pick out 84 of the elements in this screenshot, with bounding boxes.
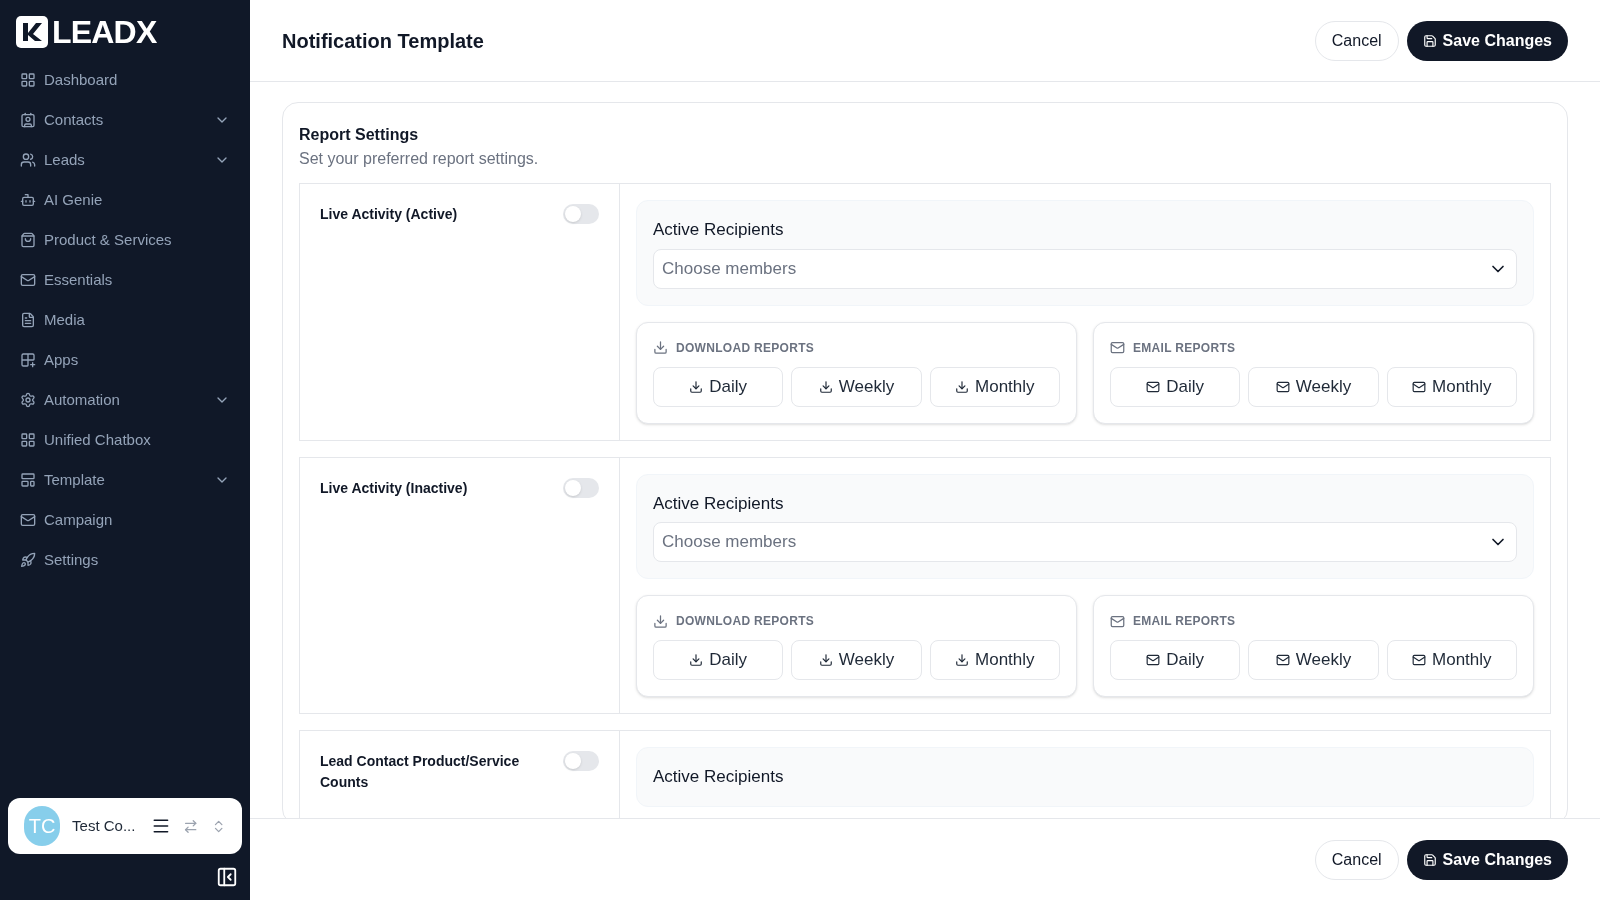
nav-item[interactable]: Apps: [8, 340, 242, 380]
download-icon: [689, 379, 704, 394]
mail-icon: [1412, 653, 1427, 667]
toggle-switch[interactable]: [563, 751, 599, 771]
download-icon: [653, 340, 668, 355]
section-title: Live Activity (Active): [320, 205, 458, 224]
report-frequency-button[interactable]: Monthly: [929, 366, 1060, 407]
save-icon: [1422, 852, 1437, 867]
nav-item[interactable]: Dashboard: [8, 60, 242, 100]
document-icon: [20, 312, 36, 328]
download-icon: [955, 379, 970, 394]
users-icon: [20, 152, 36, 168]
grid-icon: [20, 72, 36, 88]
nav-item[interactable]: Leads: [8, 140, 242, 180]
mail-icon: [1275, 379, 1290, 394]
members-dropdown[interactable]: Choose members: [653, 248, 1517, 289]
grid-icon: [20, 432, 36, 448]
download-icon: [955, 653, 970, 667]
nav-item[interactable]: AI Genie: [8, 180, 242, 220]
nav-item[interactable]: Unified Chatbox: [8, 420, 242, 460]
recipients-label: Active Recipients: [653, 766, 785, 788]
cancel-button[interactable]: Cancel: [1314, 839, 1399, 880]
mail-icon: [20, 272, 36, 288]
nav-item[interactable]: Contacts: [8, 100, 242, 140]
report-frequency-button[interactable]: Weekly: [791, 640, 922, 680]
group-label: DOWNLOAD REPORTS: [676, 613, 815, 630]
mail-icon: [1275, 653, 1290, 667]
mail-icon: [1110, 613, 1125, 629]
report-frequency-button[interactable]: Daily: [1110, 640, 1241, 680]
report-frequency-button[interactable]: Monthly: [1386, 640, 1517, 680]
rocket-icon: [20, 552, 36, 568]
download-icon: [818, 379, 833, 394]
page-title: Notification Template: [282, 28, 484, 54]
collapse-sidebar-icon[interactable]: [216, 866, 238, 888]
brand-name: LEADX: [52, 16, 157, 48]
logo-icon: [16, 16, 48, 48]
card-subtitle: Set your preferred report settings.: [299, 149, 540, 169]
download-icon: [653, 613, 668, 629]
mail-icon: [1146, 653, 1161, 667]
mail-icon: [1146, 379, 1161, 394]
recipients-label: Active Recipients: [653, 219, 785, 241]
report-frequency-button[interactable]: Weekly: [1248, 366, 1379, 407]
group-label: EMAIL REPORTS: [1133, 613, 1236, 630]
section-title: Live Activity (Inactive): [320, 478, 468, 498]
report-frequency-button[interactable]: Daily: [653, 366, 784, 407]
section-title: Lead Contact Product/Service Counts: [320, 752, 521, 792]
report-frequency-button[interactable]: Daily: [1110, 366, 1241, 407]
download-icon: [689, 653, 704, 667]
user-avatar: TC: [24, 806, 61, 846]
download-icon: [818, 653, 833, 667]
report-frequency-button[interactable]: Monthly: [929, 640, 1060, 680]
swap-icon[interactable]: [183, 817, 199, 835]
nav-item[interactable]: Campaign: [8, 500, 242, 540]
toggle-switch[interactable]: [563, 477, 599, 498]
save-icon: [1422, 33, 1437, 48]
save-changes-button[interactable]: Save Changes: [1406, 20, 1568, 61]
grid-plus-icon: [20, 352, 36, 368]
mail-icon: [20, 512, 36, 528]
recipients-label: Active Recipients: [653, 492, 785, 515]
report-frequency-button[interactable]: Monthly: [1386, 366, 1517, 407]
save-changes-button[interactable]: Save Changes: [1406, 839, 1568, 880]
robot-icon: [20, 192, 36, 208]
shopping-bag-icon: [20, 232, 36, 248]
template-icon: [20, 472, 36, 488]
members-dropdown[interactable]: Choose members: [653, 522, 1517, 562]
nav-item[interactable]: Automation: [8, 380, 242, 420]
nav-item[interactable]: Product & Services: [8, 220, 242, 260]
nav-item[interactable]: Essentials: [8, 260, 242, 300]
report-frequency-button[interactable]: Daily: [653, 640, 784, 680]
report-frequency-button[interactable]: Weekly: [791, 366, 922, 407]
group-label: EMAIL REPORTS: [1133, 339, 1236, 357]
nav-item[interactable]: Media: [8, 300, 242, 340]
group-label: DOWNLOAD REPORTS: [676, 339, 815, 357]
cancel-button[interactable]: Cancel: [1314, 20, 1399, 61]
settings-icon: [20, 392, 36, 408]
user-name: Test Co...: [72, 815, 136, 836]
nav-item[interactable]: Template: [8, 460, 242, 500]
mail-icon: [1412, 379, 1427, 394]
contact-book-icon: [20, 112, 36, 128]
report-frequency-button[interactable]: Weekly: [1248, 640, 1379, 680]
nav-item[interactable]: Settings: [8, 540, 242, 580]
mail-icon: [1110, 340, 1125, 355]
toggle-switch[interactable]: [563, 204, 599, 224]
card-title: Report Settings: [299, 125, 420, 145]
